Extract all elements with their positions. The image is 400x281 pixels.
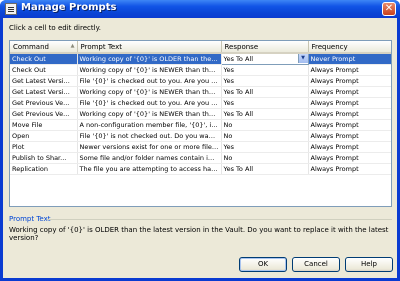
cell-prompt-text[interactable]: Some file and/or folder names contain in… [77,152,222,164]
cell-frequency[interactable]: Always Prompt [308,75,391,87]
app-icon [5,3,17,15]
cell-response[interactable]: No [221,152,309,164]
cell-prompt-text[interactable]: File '{0}' is checked out to you. Are yo… [77,75,222,87]
chevron-down-icon[interactable]: ▼ [297,54,307,63]
cell-frequency[interactable]: Always Prompt [308,163,391,175]
cell-prompt-text[interactable]: Working copy of '{0}' is NEWER than the … [77,86,222,98]
close-button[interactable]: ✕ [382,2,396,16]
dialog-body: Click a cell to edit directly. Command ▲… [3,18,397,278]
table-row[interactable]: Get Previous Ve... File '{0}' is checked… [10,97,391,109]
edit-hint: Click a cell to edit directly. [9,24,101,32]
prompt-text-value: Working copy of '{0}' is OLDER than the … [9,226,389,242]
cell-command[interactable]: Publish to Shar... [10,152,78,164]
table-row[interactable]: Replication The file you are attempting … [10,163,391,175]
cell-response[interactable]: Yes To All [221,163,309,175]
cell-prompt-text[interactable]: File '{0}' is not checked out. Do you wa… [77,130,222,142]
cell-command[interactable]: Open [10,130,78,142]
table-row[interactable]: Open File '{0}' is not checked out. Do y… [10,130,391,142]
cell-response[interactable]: Yes [221,141,309,153]
cell-prompt-text[interactable]: File '{0}' is checked out to you. Are yo… [77,97,222,109]
cell-frequency[interactable]: Always Prompt [308,119,391,131]
cell-command[interactable]: Get Previous Ve... [10,97,78,109]
window-title: Manage Prompts [21,2,117,13]
ok-button[interactable]: OK [239,257,287,272]
cell-response[interactable]: Yes To All [221,108,309,120]
cell-command[interactable]: Move File [10,119,78,131]
column-header-command[interactable]: Command ▲ [10,41,78,54]
cell-frequency[interactable]: Always Prompt [308,64,391,76]
table-row[interactable]: Get Previous Ve... Working copy of '{0}'… [10,108,391,120]
help-button[interactable]: Help [345,257,393,272]
cell-prompt-text[interactable]: Working copy of '{0}' is NEWER than the … [77,108,222,120]
prompts-grid: Command ▲ Prompt Text Response Frequency… [9,40,392,207]
cell-response[interactable]: Yes [221,64,309,76]
table-row[interactable]: Move File A non-configuration member fil… [10,119,391,131]
cell-response[interactable]: Yes [221,97,309,109]
cell-frequency[interactable]: Always Prompt [308,97,391,109]
cell-response[interactable]: No [221,130,309,142]
column-header-prompt-text[interactable]: Prompt Text [77,41,222,54]
table-row[interactable]: Check Out Working copy of '{0}' is OLDER… [10,52,391,65]
column-header-response[interactable]: Response [221,41,309,54]
cell-command[interactable]: Check Out [10,64,78,76]
cell-frequency[interactable]: Always Prompt [308,108,391,120]
cell-prompt-text[interactable]: Working copy of '{0}' is OLDER than the … [77,53,222,65]
grid-header-row: Command ▲ Prompt Text Response Frequency [10,41,391,54]
cell-frequency[interactable]: Never Prompt [308,53,391,65]
sort-ascending-icon: ▲ [70,42,75,49]
column-header-frequency[interactable]: Frequency [308,41,391,54]
cell-frequency[interactable]: Always Prompt [308,86,391,98]
cell-command[interactable]: Get Previous Ve... [10,108,78,120]
cell-command[interactable]: Check Out [10,53,78,65]
title-bar[interactable]: Manage Prompts ✕ [0,0,400,18]
cell-frequency[interactable]: Always Prompt [308,130,391,142]
table-row[interactable]: Get Latest Versi... Working copy of '{0}… [10,86,391,98]
cell-frequency[interactable]: Always Prompt [308,141,391,153]
cell-prompt-text[interactable]: The file you are attempting to access ha… [77,163,222,175]
cell-command[interactable]: Plot [10,141,78,153]
table-row[interactable]: Check Out Working copy of '{0}' is NEWER… [10,64,391,76]
response-dropdown[interactable]: Yes To All ▼ [220,52,309,65]
cell-prompt-text[interactable]: Newer versions exist for one or more fil… [77,141,222,153]
cell-command[interactable]: Get Latest Versi... [10,75,78,87]
cell-command[interactable]: Replication [10,163,78,175]
cell-response[interactable]: No [221,119,309,131]
cell-command[interactable]: Get Latest Versi... [10,86,78,98]
cell-prompt-text[interactable]: A non-configuration member file, '{0}', … [77,119,222,131]
table-row[interactable]: Get Latest Versi... File '{0}' is checke… [10,75,391,87]
cell-frequency[interactable]: Always Prompt [308,152,391,164]
cell-response[interactable]: Yes To All [221,86,309,98]
manage-prompts-window: Manage Prompts ✕ Click a cell to edit di… [0,0,400,281]
prompt-text-group: Prompt Text Working copy of '{0}' is OLD… [9,215,392,247]
cell-response[interactable]: Yes [221,75,309,87]
table-row[interactable]: Publish to Shar... Some file and/or fold… [10,152,391,164]
divider [47,219,392,220]
cancel-button[interactable]: Cancel [292,257,340,272]
table-row[interactable]: Plot Newer versions exist for one or mor… [10,141,391,153]
cell-prompt-text[interactable]: Working copy of '{0}' is NEWER than the … [77,64,222,76]
